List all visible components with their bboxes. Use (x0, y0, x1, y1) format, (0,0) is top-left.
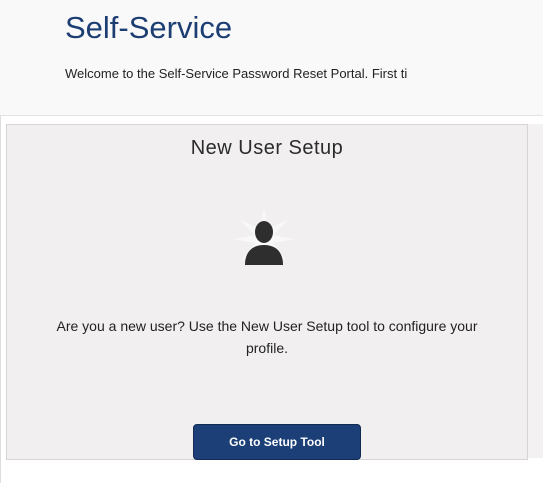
go-to-setup-tool-button[interactable]: Go to Setup Tool (193, 424, 361, 460)
new-user-setup-panel: New User Setup Are you a new user? Use t… (6, 124, 528, 460)
welcome-text: Welcome to the Self-Service Password Res… (65, 66, 408, 81)
page: Self-Service Welcome to the Self-Service… (0, 0, 543, 483)
user-silhouette-icon (233, 207, 295, 269)
panel-title: New User Setup (190, 137, 344, 159)
header: Self-Service Welcome to the Self-Service… (0, 0, 543, 116)
panel-description: Are you a new user? Use the New User Set… (56, 318, 478, 356)
adjacent-panel-edge (527, 124, 543, 458)
page-title: Self-Service (65, 10, 233, 45)
